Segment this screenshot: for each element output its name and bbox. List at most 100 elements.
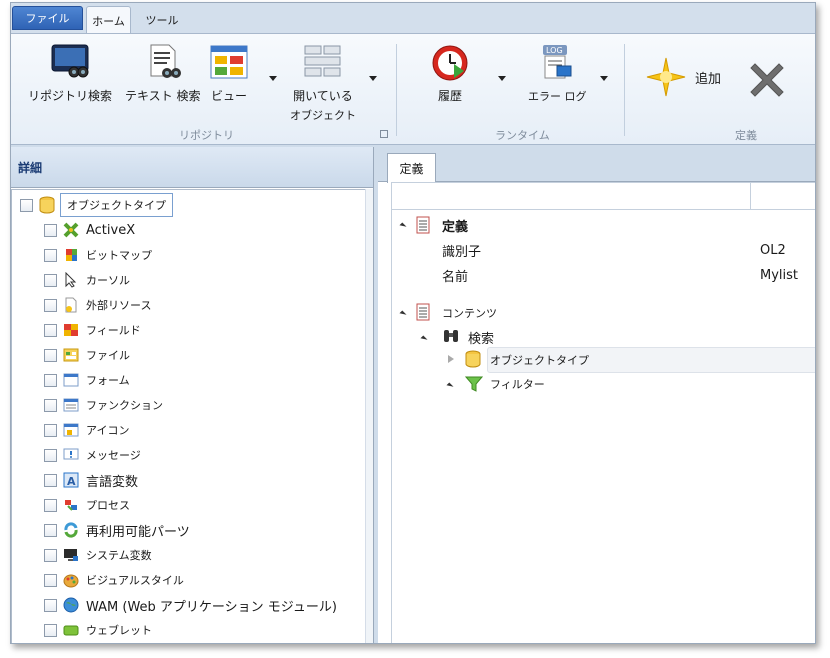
expand-object-type-arrow[interactable]: [448, 355, 454, 363]
identifier-value[interactable]: OL2: [760, 240, 786, 260]
contents-section-header: コンテンツ: [442, 307, 497, 320]
tree-item[interactable]: フォーム: [44, 368, 130, 392]
expand-filter-arrow[interactable]: [446, 382, 454, 390]
item-label: 再利用可能パーツ: [86, 524, 190, 540]
tree-item[interactable]: フィールド: [44, 318, 141, 342]
item-checkbox[interactable]: [44, 573, 57, 587]
text-search-button[interactable]: テキスト 検索: [125, 42, 200, 106]
repository-search-button[interactable]: リポジトリ検索: [28, 42, 112, 106]
item-checkbox[interactable]: [44, 223, 57, 237]
tree-item[interactable]: ファイル: [44, 343, 130, 367]
expand-contents-arrow[interactable]: [399, 310, 407, 318]
object-type-icon: [38, 196, 56, 214]
object-type-node-label[interactable]: オブジェクトタイプ: [490, 351, 589, 369]
file-tab[interactable]: ファイル: [12, 6, 83, 30]
error-log-dropdown-arrow[interactable]: [600, 76, 608, 81]
details-panel-title: 詳細: [11, 147, 373, 188]
item-checkbox[interactable]: [44, 273, 57, 287]
external-resource-icon: [62, 296, 80, 314]
tree-item[interactable]: ActiveX: [44, 218, 135, 242]
open-objects-dropdown-arrow[interactable]: [369, 76, 377, 81]
expand-search-arrow[interactable]: [420, 335, 428, 343]
tree-item[interactable]: メッセージ: [44, 443, 141, 467]
item-checkbox[interactable]: [44, 298, 57, 312]
item-checkbox[interactable]: [44, 523, 57, 537]
view-icon: [209, 42, 249, 82]
item-label: ビジュアルスタイル: [86, 574, 184, 587]
item-label: ウェブレット: [86, 624, 152, 637]
tree-item[interactable]: カーソル: [44, 268, 130, 292]
tree-root-row[interactable]: オブジェクトタイプ: [20, 193, 173, 217]
item-checkbox[interactable]: [44, 498, 57, 512]
tree-item[interactable]: ビットマップ: [44, 243, 152, 267]
wam-icon: [62, 596, 80, 614]
name-value[interactable]: Mylist: [760, 265, 798, 285]
root-checkbox[interactable]: [20, 198, 33, 212]
tree-item[interactable]: システム変数: [44, 543, 152, 567]
open-objects-label-line1: 開いている: [293, 89, 353, 103]
tree-item[interactable]: ウェブレット: [44, 618, 152, 642]
expand-definition-arrow[interactable]: [399, 222, 407, 230]
root-label-editor[interactable]: オブジェクトタイプ: [60, 193, 173, 217]
language-variable-icon: A: [62, 471, 80, 489]
history-label: 履歴: [437, 89, 462, 103]
error-log-button[interactable]: LOG エラー ログ: [528, 42, 587, 106]
item-label: 言語変数: [86, 474, 139, 490]
item-checkbox[interactable]: [44, 423, 57, 437]
filter-node-label[interactable]: フィルター: [490, 375, 545, 393]
item-label: カーソル: [86, 274, 130, 287]
left-panel-scrollbar[interactable]: [365, 189, 373, 643]
tree-item[interactable]: 外部リソース: [44, 293, 151, 317]
view-dropdown-arrow[interactable]: [269, 76, 277, 81]
history-dropdown-arrow[interactable]: [498, 76, 506, 81]
tree-item[interactable]: プロセス: [44, 493, 130, 517]
item-checkbox[interactable]: [44, 248, 57, 262]
item-label: プロセス: [86, 499, 130, 512]
open-objects-button[interactable]: 開いている オブジェクト: [290, 42, 356, 125]
item-checkbox[interactable]: [44, 623, 57, 637]
item-checkbox[interactable]: [44, 548, 57, 562]
application-window: ファイル ホーム ツール リポジトリ検索 テキスト 検索 ビュー 開いている オ…: [10, 2, 816, 644]
tree-item[interactable]: 再利用可能パーツ: [44, 518, 190, 542]
process-icon: [62, 496, 80, 514]
tree-item[interactable]: ファンクション: [44, 393, 163, 417]
history-button[interactable]: 履歴: [430, 42, 470, 106]
details-panel: 詳細 オブジェクトタイプ ActiveX ビットマップ カーソル 外部リソース …: [11, 147, 374, 643]
repository-group-label: リポジトリ: [179, 129, 234, 142]
item-label: メッセージ: [86, 449, 141, 462]
item-checkbox[interactable]: [44, 323, 57, 337]
text-search-label: テキスト 検索: [125, 89, 201, 103]
definition-tab[interactable]: 定義: [387, 153, 436, 183]
tree-item[interactable]: ビジュアルスタイル: [44, 568, 184, 592]
tree-item[interactable]: アイコン: [44, 418, 129, 442]
item-label: ファイル: [86, 349, 130, 362]
delete-button[interactable]: [745, 58, 789, 105]
tools-tab[interactable]: ツール: [139, 6, 185, 34]
tree-item[interactable]: WAM (Web アプリケーション モジュール): [44, 593, 337, 617]
home-tab[interactable]: ホーム: [86, 6, 131, 34]
open-objects-label-line2: オブジェクト: [290, 109, 356, 122]
item-checkbox[interactable]: [44, 348, 57, 362]
property-grid: 定義 識別子 OL2 名前 Mylist コンテンツ 検索 オブジェクトタイプ: [391, 210, 815, 643]
definition-section-header: 定義: [442, 219, 469, 235]
ribbon-tab-bar: ファイル ホーム ツール: [11, 3, 815, 34]
repository-group-launcher[interactable]: [380, 130, 388, 138]
add-sparkle-icon: [646, 57, 686, 97]
tree-item[interactable]: A 言語変数: [44, 468, 138, 492]
item-checkbox[interactable]: [44, 373, 57, 387]
item-label: ファンクション: [86, 399, 163, 412]
column-divider[interactable]: [750, 183, 751, 209]
activex-icon: [62, 221, 80, 239]
item-checkbox[interactable]: [44, 398, 57, 412]
identifier-label: 識別子: [442, 244, 482, 260]
item-checkbox[interactable]: [44, 473, 57, 487]
icon-icon: [62, 421, 80, 439]
item-checkbox[interactable]: [44, 598, 57, 612]
runtime-group-label: ランタイム: [495, 129, 550, 142]
add-button[interactable]: 追加: [645, 56, 721, 98]
search-node-label[interactable]: 検索: [468, 327, 494, 347]
item-checkbox[interactable]: [44, 448, 57, 462]
function-icon: [62, 396, 80, 414]
view-button[interactable]: ビュー: [209, 42, 249, 106]
contents-section-icon: [416, 303, 430, 324]
